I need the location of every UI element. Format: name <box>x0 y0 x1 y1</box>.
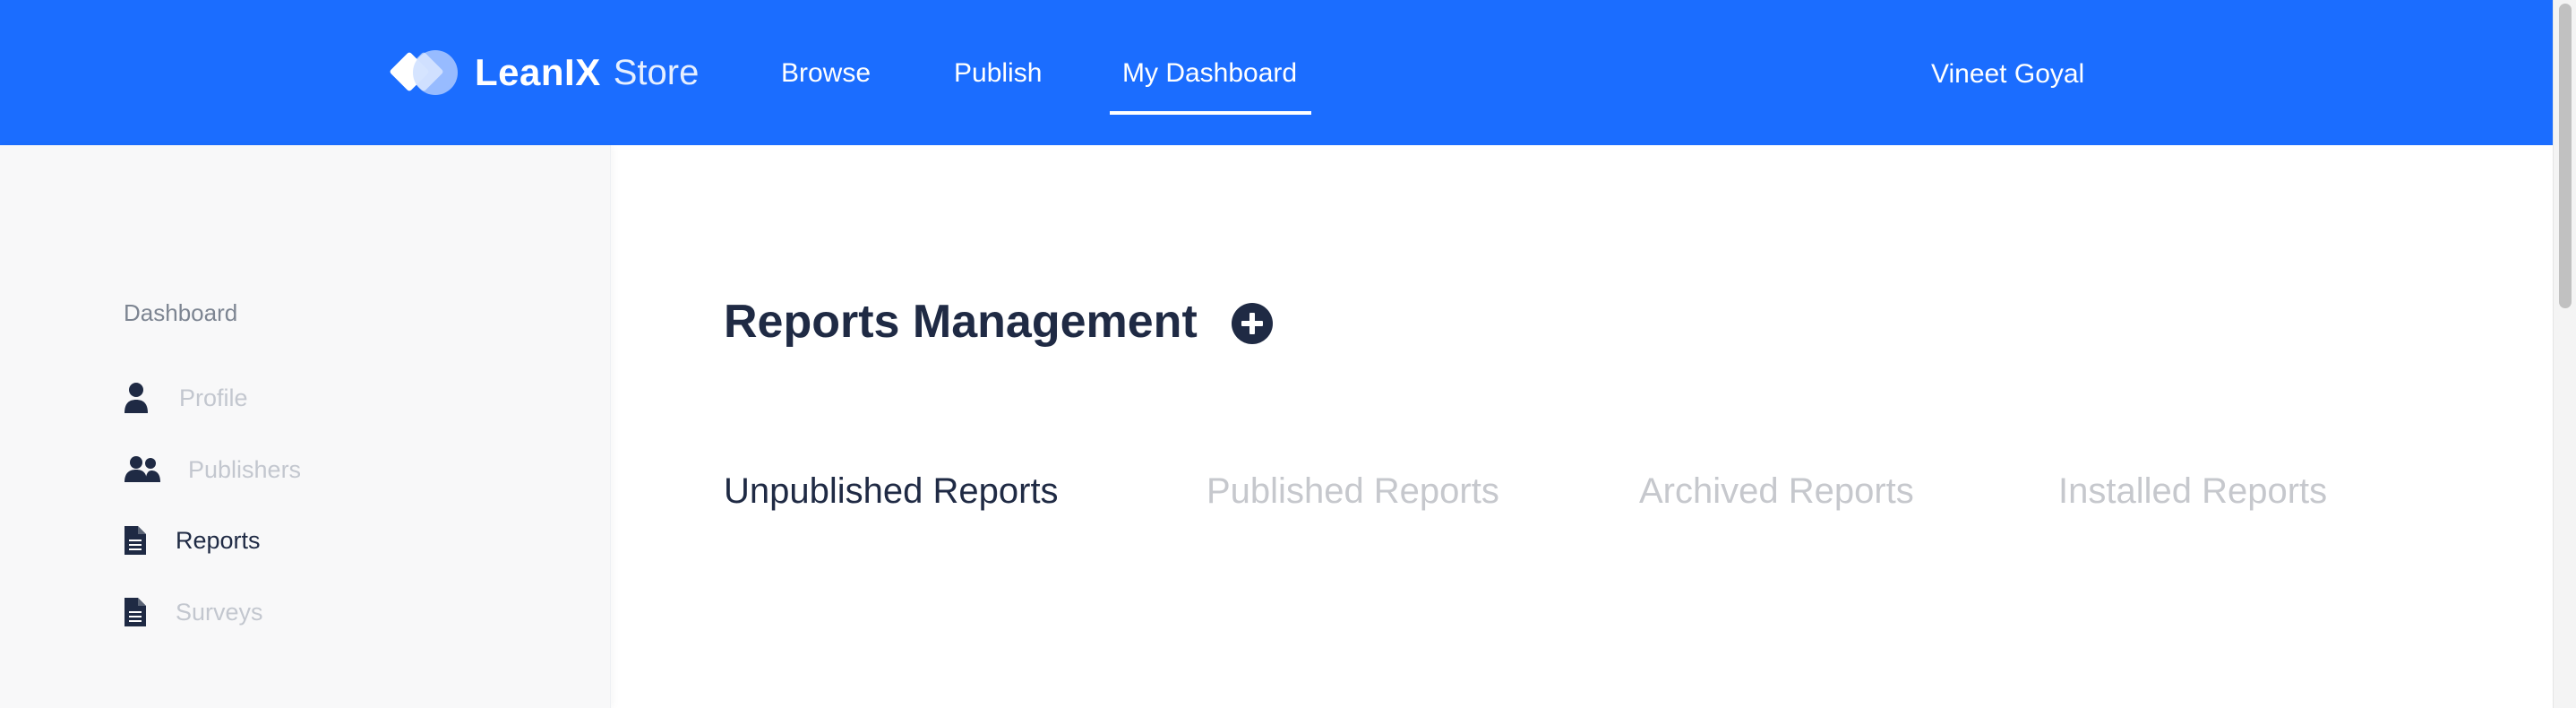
nav-browse-label: Browse <box>781 58 872 88</box>
sidebar-item-label: Profile <box>179 384 248 411</box>
nav-my-dashboard[interactable]: My Dashboard <box>1110 56 1312 115</box>
file-icon <box>125 526 146 555</box>
tab-unpublished-reports[interactable]: Unpublished Reports <box>724 469 1059 514</box>
file-icon <box>125 598 146 626</box>
sidebar-item-label: Reports <box>176 526 261 554</box>
tab-published-reports[interactable]: Published Reports <box>1206 469 1499 514</box>
page-title: Reports Management <box>724 296 1198 348</box>
sidebar-item-publishers[interactable]: Publishers <box>124 452 301 488</box>
tab-label: Archived Reports <box>1639 471 1914 511</box>
logo-name: LeanIX <box>475 51 601 93</box>
tab-label: Unpublished Reports <box>724 471 1059 511</box>
users-icon <box>125 456 160 482</box>
tab-archived-reports[interactable]: Archived Reports <box>1639 469 1914 514</box>
sidebar-item-label: Surveys <box>176 598 263 626</box>
store-logo[interactable]: LeanIX Store <box>387 45 699 100</box>
plus-circle-icon[interactable] <box>1231 302 1274 345</box>
sidebar-heading: Dashboard <box>124 299 238 326</box>
sidebar-item-surveys[interactable]: Surveys <box>124 594 263 630</box>
leanix-logo-icon <box>390 50 458 95</box>
nav-publish[interactable]: Publish <box>954 56 1042 91</box>
user-menu[interactable]: Vineet Goyal <box>1931 56 2084 92</box>
sidebar-item-label: Publishers <box>188 455 302 483</box>
sidebar-item-reports[interactable]: Reports <box>124 522 261 558</box>
user-icon <box>125 383 148 413</box>
sidebar: Dashboard Profile Publishers Reports Sur… <box>0 145 611 708</box>
tab-installed-reports[interactable]: Installed Reports <box>2058 469 2327 514</box>
sidebar-item-profile[interactable]: Profile <box>124 380 248 416</box>
scrollbar-thumb[interactable] <box>2559 4 2572 308</box>
tab-label: Installed Reports <box>2058 471 2328 511</box>
active-nav-underline <box>1110 111 1312 115</box>
logo-suffix: Store <box>613 52 700 92</box>
scrollbar[interactable] <box>2553 0 2576 708</box>
tab-label: Published Reports <box>1206 471 1499 511</box>
user-name: Vineet Goyal <box>1931 59 2085 89</box>
nav-my-dashboard-label: My Dashboard <box>1122 58 1298 88</box>
nav-publish-label: Publish <box>954 58 1043 88</box>
nav-browse[interactable]: Browse <box>781 56 871 91</box>
top-navbar: LeanIX Store Browse Publish My Dashboard… <box>0 0 2553 145</box>
